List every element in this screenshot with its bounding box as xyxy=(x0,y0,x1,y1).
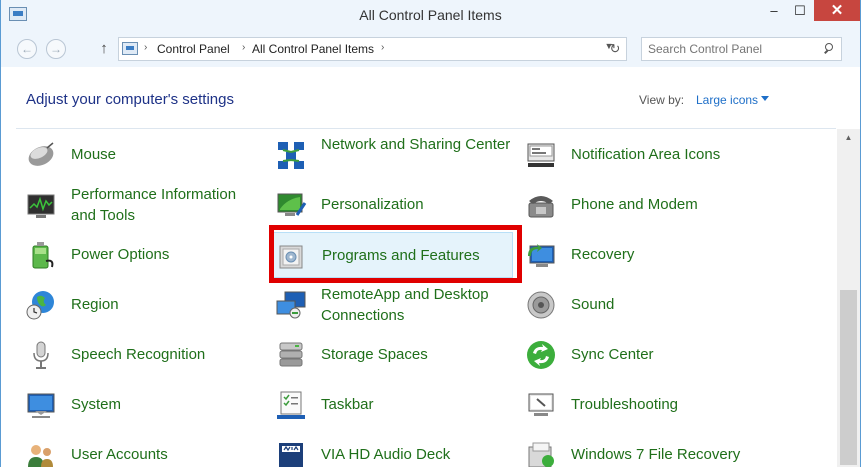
item-label: Sync Center xyxy=(571,346,654,363)
storage-icon xyxy=(279,342,303,367)
recovery-icon xyxy=(528,244,555,267)
system-icon xyxy=(27,393,55,418)
item-label: VIA HD Audio Deck xyxy=(321,446,451,463)
item-label: Windows 7 File Recovery xyxy=(571,446,741,463)
caret-down-icon[interactable] xyxy=(761,96,769,101)
audio-deck-icon xyxy=(279,443,303,467)
globe-icon xyxy=(26,291,54,320)
item-via-hd-audio-deck[interactable]: VIA HD Audio Deck xyxy=(269,432,513,467)
search-icon[interactable] xyxy=(823,43,834,54)
item-label: Troubleshooting xyxy=(571,396,679,413)
item-label: User Accounts xyxy=(71,446,168,463)
microphone-icon xyxy=(33,341,49,369)
scroll-up-icon[interactable]: ▲ xyxy=(837,129,860,147)
title-bar: All Control Panel Items – ☐ ✕ xyxy=(1,0,860,31)
item-speech-recognition[interactable]: Speech Recognition xyxy=(19,332,263,378)
item-label: Network and Sharing Center xyxy=(321,136,511,153)
navigation-bar: ← → ↑ › Control Panel › All Control Pane… xyxy=(1,31,860,67)
chevron-right-icon[interactable]: › xyxy=(381,42,384,53)
control-panel-window: All Control Panel Items – ☐ ✕ ← → ↑ › Co… xyxy=(0,0,861,467)
item-sync-center[interactable]: Sync Center xyxy=(519,332,763,378)
breadcrumb-control-panel[interactable]: Control Panel xyxy=(157,42,230,56)
scrollbar-thumb[interactable] xyxy=(840,290,857,465)
users-icon xyxy=(28,445,53,467)
minimize-button[interactable]: – xyxy=(761,0,787,21)
item-recovery[interactable]: Recovery xyxy=(519,232,763,278)
speaker-icon xyxy=(527,291,555,319)
item-label: Performance Information and Tools xyxy=(71,186,237,224)
chevron-right-icon[interactable]: › xyxy=(242,42,245,53)
item-system[interactable]: System xyxy=(19,382,263,428)
window-title: All Control Panel Items xyxy=(359,7,502,23)
item-label: Power Options xyxy=(71,246,170,263)
performance-icon xyxy=(27,194,55,218)
control-panel-icon xyxy=(122,42,138,55)
item-notification-area-icons[interactable]: Notification Area Icons xyxy=(519,132,763,178)
refresh-button[interactable]: ↻ xyxy=(604,38,626,60)
network-icon xyxy=(278,142,304,169)
content-header: Adjust your computer's settings View by:… xyxy=(1,67,860,129)
item-windows-7-file-recovery[interactable]: Windows 7 File Recovery xyxy=(519,432,763,467)
vertical-scrollbar[interactable]: ▲ xyxy=(837,129,860,467)
item-label: RemoteApp and Desktop Connections xyxy=(321,286,489,324)
search-box[interactable] xyxy=(641,37,842,61)
item-taskbar[interactable]: Taskbar xyxy=(269,382,513,428)
notification-icon xyxy=(527,143,555,167)
item-label: Taskbar xyxy=(321,396,374,413)
item-troubleshooting[interactable]: Troubleshooting xyxy=(519,382,763,428)
taskbar-icon xyxy=(277,391,305,419)
sync-icon xyxy=(527,341,555,369)
item-network-sharing[interactable]: Network and Sharing Center xyxy=(269,132,513,178)
item-region[interactable]: Region xyxy=(19,282,263,328)
file-recovery-icon xyxy=(528,442,554,467)
view-by-dropdown[interactable]: Large icons xyxy=(696,93,758,107)
chevron-right-icon: › xyxy=(144,42,148,53)
item-label: Recovery xyxy=(571,246,635,263)
item-label: Personalization xyxy=(321,196,424,213)
view-by-label: View by: xyxy=(639,93,685,107)
troubleshooting-icon xyxy=(528,393,554,416)
phone-icon xyxy=(528,196,554,218)
items-grid: Mouse Performance Information and Tools … xyxy=(1,129,837,467)
item-label: Phone and Modem xyxy=(571,196,698,213)
item-label: System xyxy=(71,396,122,413)
item-label: Speech Recognition xyxy=(71,346,206,363)
maximize-button[interactable]: ☐ xyxy=(787,0,813,21)
forward-button[interactable]: → xyxy=(46,39,66,59)
item-label: Mouse xyxy=(71,146,117,163)
selection-highlight xyxy=(269,225,522,283)
item-label: Sound xyxy=(571,296,615,313)
item-label: Notification Area Icons xyxy=(571,146,721,163)
item-phone-and-modem[interactable]: Phone and Modem xyxy=(519,182,763,228)
item-storage-spaces[interactable]: Storage Spaces xyxy=(269,332,513,378)
item-label: Region xyxy=(71,296,119,313)
personalization-icon xyxy=(277,193,307,216)
close-button[interactable]: ✕ xyxy=(814,0,860,21)
breadcrumb-all-items[interactable]: All Control Panel Items xyxy=(252,42,374,56)
remoteapp-icon xyxy=(276,291,306,319)
item-personalization[interactable]: Personalization xyxy=(269,182,513,228)
address-bar[interactable]: › Control Panel › All Control Panel Item… xyxy=(118,37,627,61)
search-input[interactable] xyxy=(648,42,818,56)
item-sound[interactable]: Sound xyxy=(519,282,763,328)
mouse-icon xyxy=(28,142,54,166)
power-icon xyxy=(32,242,54,269)
item-performance-information[interactable]: Performance Information and Tools xyxy=(19,182,263,228)
up-button[interactable]: ↑ xyxy=(95,39,113,59)
item-power-options[interactable]: Power Options xyxy=(19,232,263,278)
item-mouse[interactable]: Mouse xyxy=(19,132,263,178)
page-title: Adjust your computer's settings xyxy=(26,91,234,108)
item-user-accounts[interactable]: User Accounts xyxy=(19,432,263,467)
item-label: Storage Spaces xyxy=(321,346,428,363)
back-button[interactable]: ← xyxy=(17,39,37,59)
item-remoteapp[interactable]: RemoteApp and Desktop Connections xyxy=(269,282,513,328)
